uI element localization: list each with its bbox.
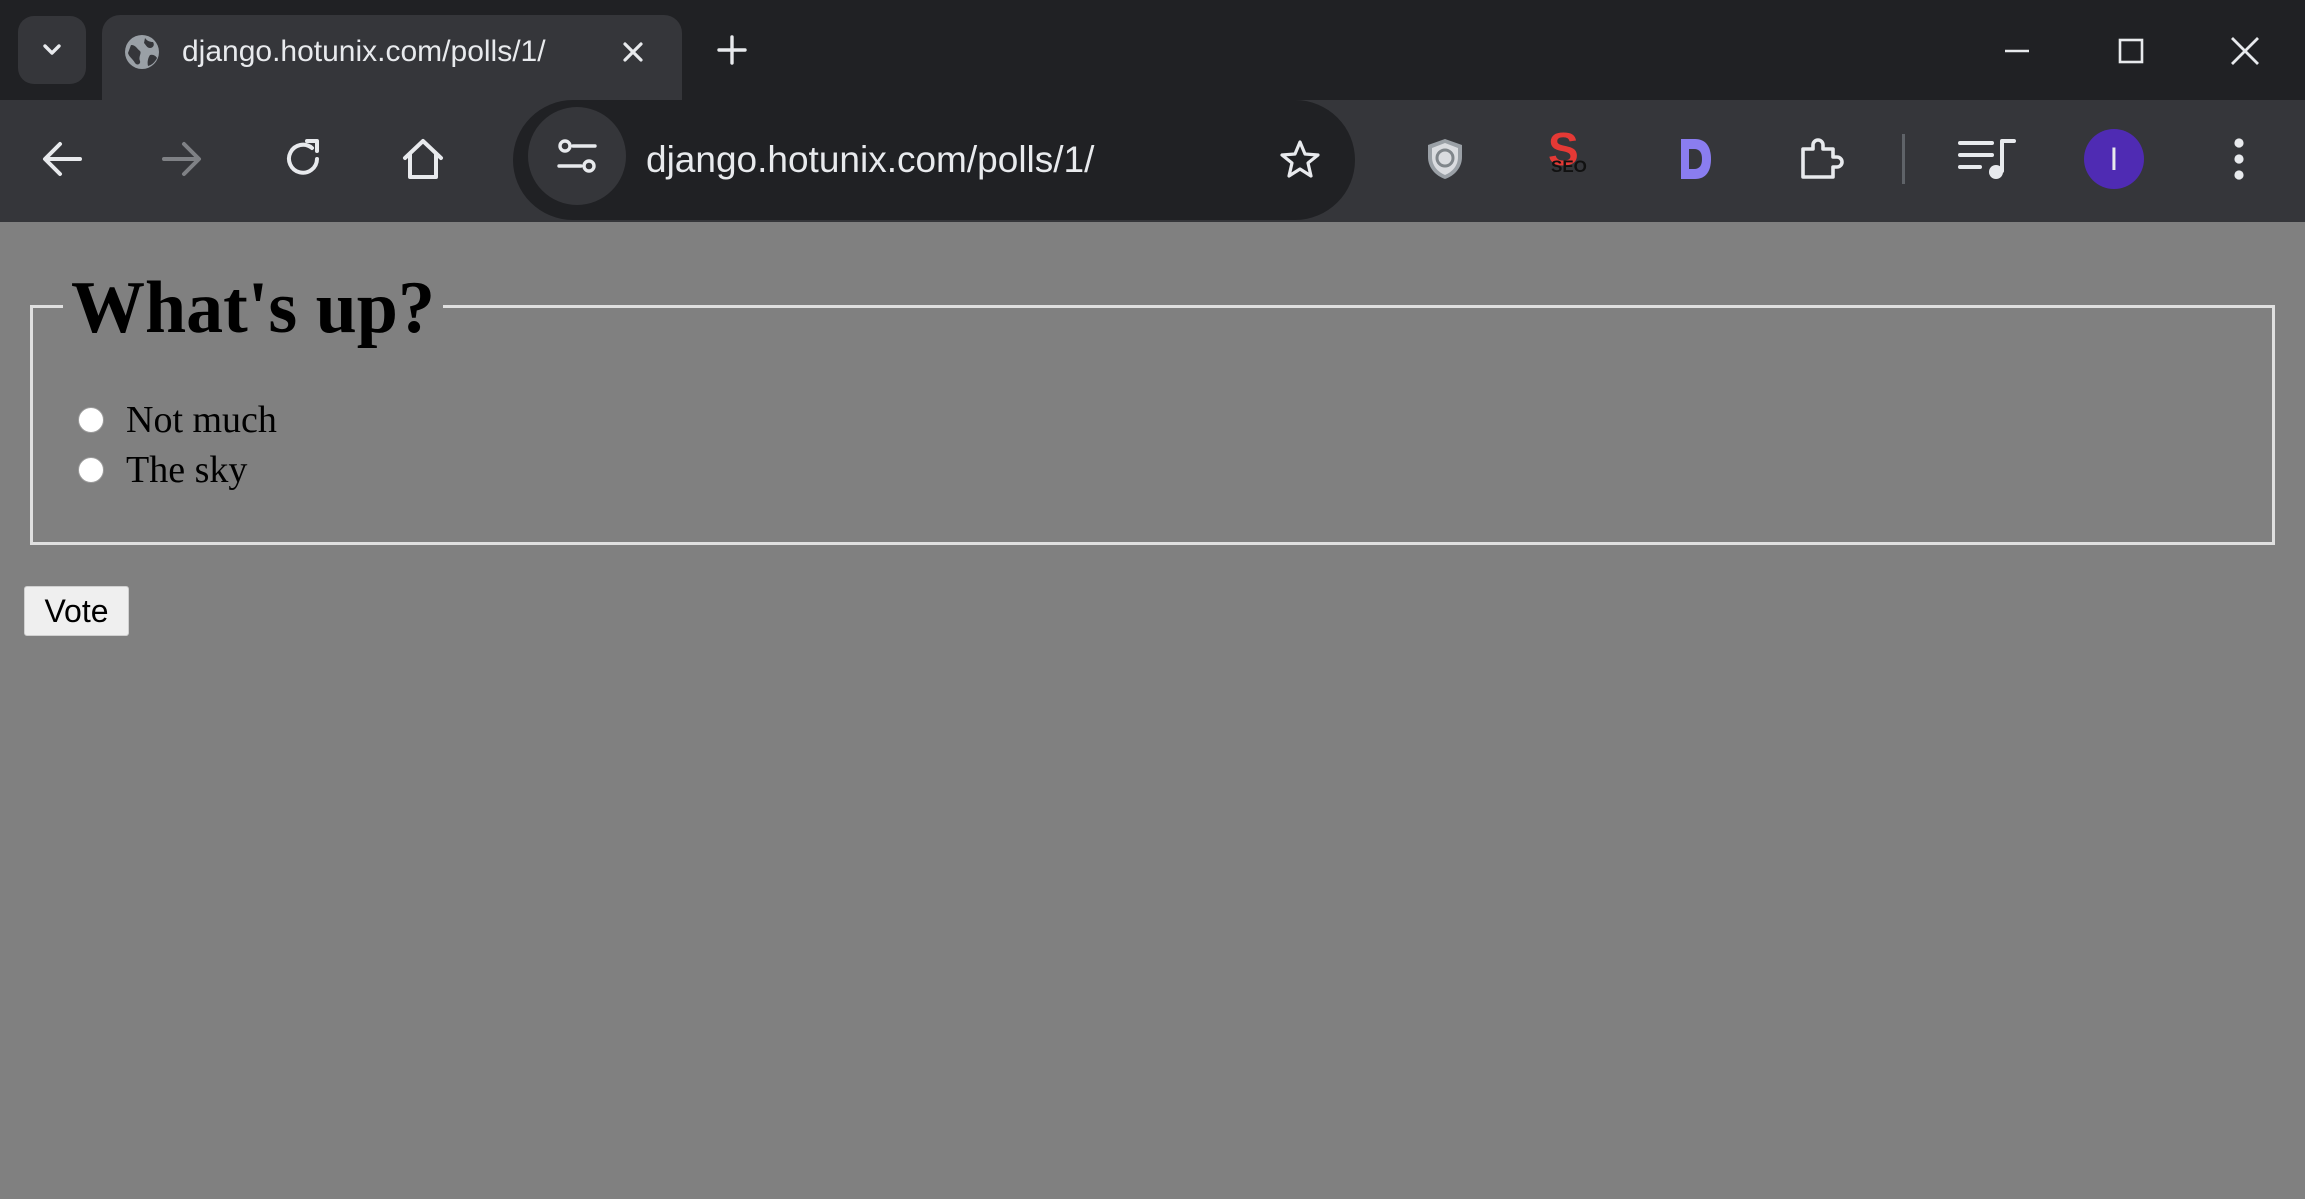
bookmark-star-icon — [1280, 140, 1320, 178]
url-text[interactable]: django.hotunix.com/polls/1/ — [646, 138, 1094, 182]
choice-not-much[interactable]: Not much — [78, 398, 277, 442]
shield-extension-icon — [1428, 139, 1462, 179]
vote-button[interactable]: Vote — [24, 586, 129, 636]
window-close-icon — [2231, 37, 2259, 65]
tab-strip: django.hotunix.com/polls/1/ — [0, 0, 2305, 100]
choice-radio[interactable] — [78, 407, 104, 433]
seo-extension-label: SEO — [1551, 157, 1587, 176]
minimize-icon — [2005, 49, 2029, 53]
globe-icon — [125, 35, 159, 69]
maximize-button[interactable] — [2106, 26, 2156, 76]
forward-button[interactable] — [151, 128, 213, 190]
maximize-icon — [2118, 38, 2144, 64]
minimize-button[interactable] — [1992, 26, 2042, 76]
back-button[interactable] — [31, 128, 93, 190]
chevron-down-icon — [43, 44, 61, 55]
toolbar-divider — [1902, 134, 1905, 184]
menu-icon — [2234, 138, 2244, 180]
home-icon — [403, 139, 443, 179]
tab-close-button[interactable] — [614, 33, 652, 71]
choice-radio[interactable] — [78, 457, 104, 483]
active-tab[interactable]: django.hotunix.com/polls/1/ — [102, 15, 682, 100]
profile-avatar[interactable]: I — [2084, 129, 2144, 189]
choice-label: The sky — [126, 449, 248, 491]
browser-menu-button[interactable] — [2208, 128, 2270, 190]
new-tab-button[interactable] — [712, 30, 752, 70]
seo-extension-button[interactable]: S SEO — [1540, 123, 1600, 185]
tab-search-button[interactable] — [18, 16, 86, 84]
forward-icon — [162, 142, 201, 176]
back-icon — [43, 142, 82, 176]
site-info-button[interactable] — [528, 107, 626, 205]
media-controls-button[interactable] — [1956, 128, 2018, 190]
reload-icon — [287, 139, 319, 175]
extensions-puzzle-icon — [1801, 138, 1844, 179]
close-icon — [623, 42, 643, 62]
window-close-button[interactable] — [2220, 26, 2270, 76]
choice-the-sky[interactable]: The sky — [78, 448, 247, 492]
shield-extension-button[interactable] — [1414, 128, 1476, 190]
d-extension-icon — [1681, 139, 1711, 179]
page-content: What's up? Not much The sky Vote — [0, 222, 2305, 1199]
plus-icon — [717, 35, 747, 65]
poll-question: What's up? — [63, 266, 443, 350]
extensions-button[interactable] — [1790, 128, 1852, 190]
d-extension-button[interactable] — [1664, 128, 1726, 190]
browser-toolbar: django.hotunix.com/polls/1/ S SEO I — [0, 100, 2305, 222]
tab-title: django.hotunix.com/polls/1/ — [182, 35, 546, 68]
browser-window: django.hotunix.com/polls/1/ django.hotun… — [0, 0, 2305, 1199]
home-button[interactable] — [392, 128, 454, 190]
site-info-icon — [557, 139, 597, 173]
poll-form: What's up? Not much The sky — [30, 266, 2275, 545]
address-bar[interactable]: django.hotunix.com/polls/1/ — [513, 100, 1355, 220]
bookmark-button[interactable] — [1269, 128, 1331, 190]
reload-button[interactable] — [272, 128, 334, 190]
choice-label: Not much — [126, 399, 277, 441]
media-controls-icon — [1958, 139, 2016, 179]
